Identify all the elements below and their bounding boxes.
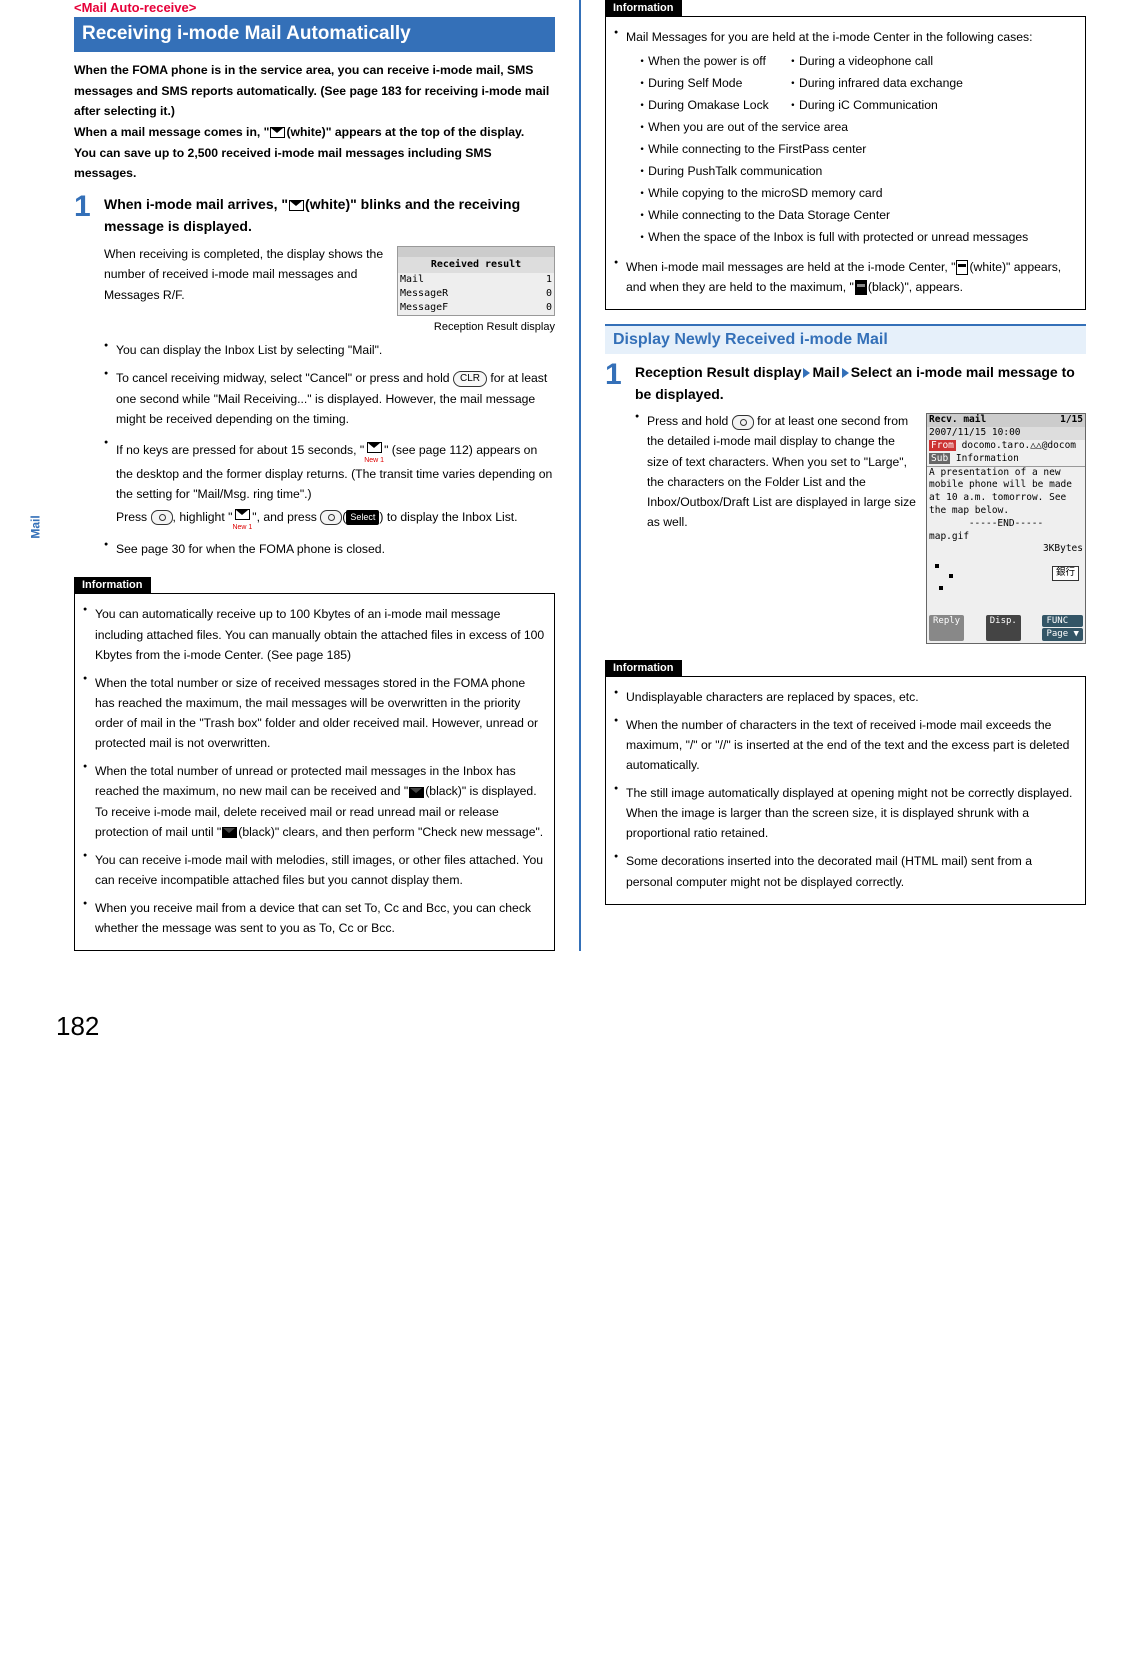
step-number: 1	[605, 360, 627, 405]
nav-button-icon	[151, 510, 173, 525]
bullet: To cancel receiving midway, select "Canc…	[104, 368, 555, 428]
info-item: The still image automatically displayed …	[614, 783, 1077, 843]
mail-icon	[270, 127, 285, 138]
disp-button: Disp.	[986, 615, 1021, 640]
step-title: Reception Result displayMailSelect an i-…	[635, 362, 1086, 405]
nav-button-icon	[320, 510, 342, 525]
information-box: Undisplayable characters are replaced by…	[605, 676, 1086, 905]
panel-caption: Reception Result display	[104, 318, 555, 337]
info-item: Some decorations inserted into the decor…	[614, 851, 1077, 891]
bullet: Press and hold for at least one second f…	[635, 411, 1086, 532]
information-label: Information	[605, 0, 682, 16]
step-title: When i-mode mail arrives, "(white)" blin…	[104, 194, 555, 237]
step-body: Recv. mail1/15 2007/11/15 10:00 From doc…	[635, 411, 1086, 649]
step-1-right: 1 Reception Result displayMailSelect an …	[605, 360, 1086, 405]
reception-result-panel: Received result Mail1 MessageR0 MessageF…	[397, 246, 555, 316]
column-divider	[579, 0, 581, 951]
bullet: See page 30 for when the FOMA phone is c…	[104, 539, 555, 559]
info-item: When you receive mail from a device that…	[83, 898, 546, 938]
center-icon-black	[855, 280, 867, 295]
information-box: You can automatically receive up to 100 …	[74, 593, 555, 951]
info-item: You can receive i-mode mail with melodie…	[83, 850, 546, 890]
information-box: Mail Messages for you are held at the i-…	[605, 16, 1086, 310]
nav-button-icon	[732, 415, 754, 430]
section-tag: <Mail Auto-receive>	[74, 0, 555, 15]
bullet: You can display the Inbox List by select…	[104, 340, 555, 360]
step-body: Received result Mail1 MessageR0 MessageF…	[104, 244, 555, 560]
right-column: Information Mail Messages for you are he…	[605, 0, 1086, 951]
intro: When the FOMA phone is in the service ar…	[74, 60, 555, 184]
info-item: When the total number or size of receive…	[83, 673, 546, 754]
left-column: <Mail Auto-receive> Receiving i-mode Mai…	[74, 0, 555, 951]
page-number: 182	[56, 1011, 1136, 1042]
reply-button: Reply	[929, 615, 964, 640]
page-button: Page ▼	[1042, 628, 1083, 640]
mail-new-icon: New 1	[232, 504, 252, 531]
info-item: When i-mode mail messages are held at th…	[614, 257, 1077, 297]
step-body-1: When receiving is completed, the display…	[104, 247, 383, 302]
bullet: If no keys are pressed for about 15 seco…	[104, 437, 555, 532]
info-item: Undisplayable characters are replaced by…	[614, 687, 1077, 707]
select-chip: Select	[346, 510, 379, 525]
section-title: Receiving i-mode Mail Automatically	[74, 17, 555, 52]
mail-icon	[289, 200, 304, 211]
info-item: When the number of characters in the tex…	[614, 715, 1077, 775]
mail-icon-black	[222, 827, 237, 838]
info-item: Mail Messages for you are held at the i-…	[614, 27, 1077, 249]
info-item: You can automatically receive up to 100 …	[83, 604, 546, 664]
center-icon-white	[956, 260, 968, 275]
arrow-icon	[842, 368, 849, 378]
subsection-title: Display Newly Received i-mode Mail	[605, 324, 1086, 354]
panel-header: Received result	[398, 257, 554, 273]
mail-icon-black	[409, 787, 424, 798]
arrow-icon	[803, 368, 810, 378]
information-label: Information	[605, 660, 682, 676]
clr-key: CLR	[453, 371, 487, 387]
side-tab-label: Mail	[29, 515, 43, 538]
mail-new-icon: New 1	[364, 437, 384, 464]
info-item: When the total number of unread or prote…	[83, 761, 546, 842]
step-number: 1	[74, 192, 96, 237]
information-label: Information	[74, 577, 151, 593]
step-1: 1 When i-mode mail arrives, "(white)" bl…	[74, 192, 555, 237]
side-tab: Mail	[30, 0, 50, 951]
func-button: FUNC	[1042, 615, 1083, 627]
